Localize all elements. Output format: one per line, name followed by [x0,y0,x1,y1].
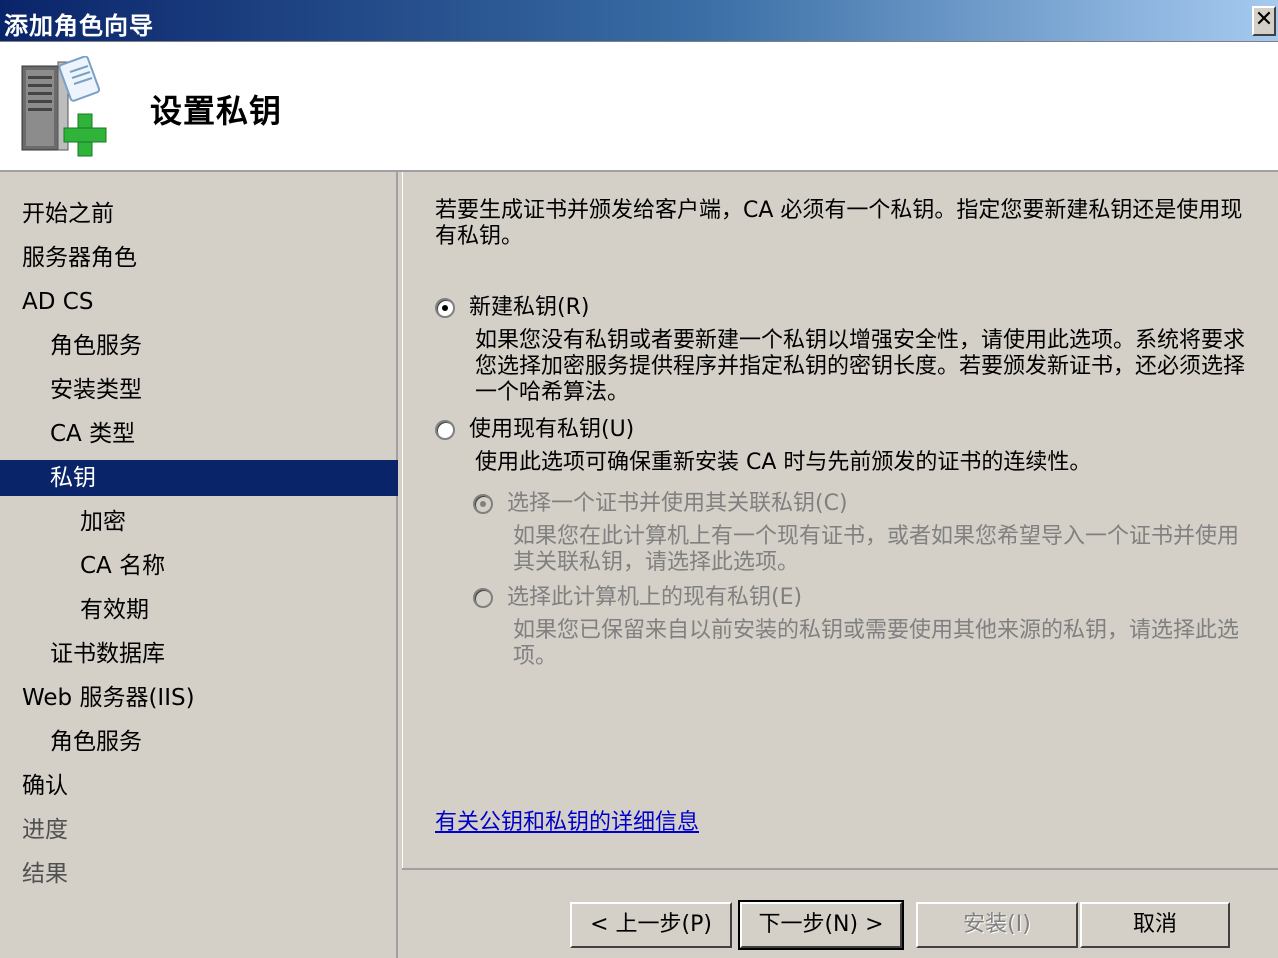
back-button[interactable]: < 上一步(P) [570,902,732,948]
sidebar-item-certificate-database[interactable]: 证书数据库 [0,636,398,672]
sidebar-item-setup-type[interactable]: 安装类型 [0,372,398,408]
sidebar-item-server-roles[interactable]: 服务器角色 [0,240,398,276]
desc-new-private-key: 如果您没有私钥或者要新建一个私钥以增强安全性，请使用此选项。系统将要求您选择加密… [475,328,1246,405]
desc-select-existing-key: 如果您已保留来自以前安装的私钥或需要使用其他来源的私钥，请选择此选项。 [513,618,1240,669]
window-title: 添加角色向导 [4,12,154,40]
intro-text: 若要生成证书并颁发给客户端，CA 必须有一个私钥。指定您要新建私钥还是使用现有私… [435,198,1243,249]
wizard-footer: < 上一步(P) 下一步(N) > 安装(I) 取消 [402,868,1278,958]
sidebar-item-confirmation[interactable]: 确认 [0,768,398,804]
radio-checked-dot [480,501,486,507]
sidebar-item-ca-name[interactable]: CA 名称 [0,548,398,584]
desc-use-existing-private-key: 使用此选项可确保重新安装 CA 时与先前颁发的证书的连续性。 [475,450,1092,475]
page-title: 设置私钥 [150,92,283,130]
sidebar-item-web-server-iis[interactable]: Web 服务器(IIS) [0,680,398,716]
label-select-existing-key: 选择此计算机上的现有私钥(E) [507,585,803,610]
next-button[interactable]: 下一步(N) > [738,900,904,950]
server-with-add-icon [21,56,107,157]
desc-select-certificate: 如果您在此计算机上有一个现有证书，或者如果您希望导入一个证书并使用其关联私钥，请… [513,524,1240,575]
label-select-certificate: 选择一个证书并使用其关联私钥(C) [507,491,848,516]
radio-use-existing-private-key[interactable] [435,420,455,440]
sidebar-item-role-services[interactable]: 角色服务 [0,328,398,364]
radio-select-existing-key [473,588,493,608]
more-info-link[interactable]: 有关公钥和私钥的详细信息 [435,804,699,836]
sidebar-item-iis-role-services[interactable]: 角色服务 [0,724,398,760]
sidebar-item-ad-cs[interactable]: AD CS [0,284,398,320]
close-icon: ✕ [1254,7,1274,32]
close-button[interactable]: ✕ [1252,6,1276,36]
sidebar-item-validity-period[interactable]: 有效期 [0,592,398,628]
label-new-private-key[interactable]: 新建私钥(R) [469,294,589,322]
install-button: 安装(I) [916,902,1078,948]
sidebar-item-cryptography[interactable]: 加密 [0,504,398,540]
label-use-existing-private-key[interactable]: 使用现有私钥(U) [469,416,634,444]
sidebar-item-results: 结果 [22,861,68,887]
sidebar-item-ca-type[interactable]: CA 类型 [0,416,398,452]
sidebar-item-progress: 进度 [22,817,68,843]
sidebar-item-before-you-begin[interactable]: 开始之前 [0,196,398,232]
cancel-button[interactable]: 取消 [1080,902,1230,948]
radio-checked-dot [442,305,448,311]
wizard-steps-sidebar: 开始之前 服务器角色 AD CS 角色服务 安装类型 CA 类型 私钥 加密 C… [0,172,398,958]
radio-select-certificate [473,494,493,514]
window-titlebar: 添加角色向导 ✕ [0,0,1278,42]
wizard-content: 若要生成证书并颁发给客户端，CA 必须有一个私钥。指定您要新建私钥还是使用现有私… [402,172,1278,868]
sidebar-item-private-key[interactable]: 私钥 [0,460,398,496]
radio-new-private-key[interactable] [435,298,455,318]
wizard-header: 设置私钥 [0,42,1278,172]
